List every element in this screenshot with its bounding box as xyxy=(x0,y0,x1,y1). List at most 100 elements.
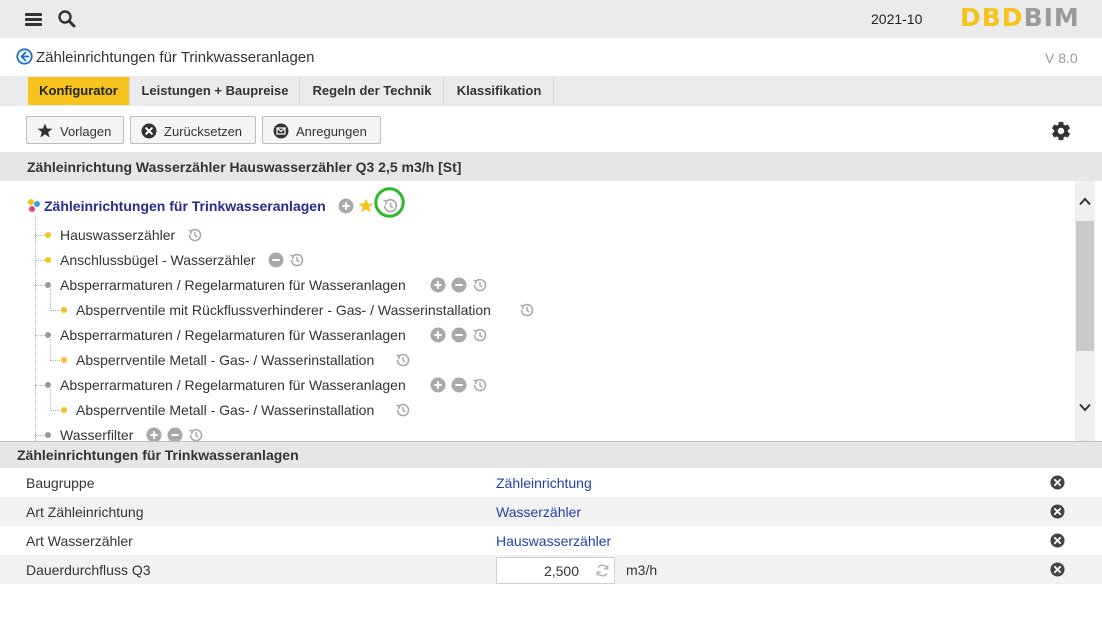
history-icon[interactable] xyxy=(472,327,488,343)
hamburger-menu-icon[interactable] xyxy=(25,13,42,26)
close-circle-icon xyxy=(141,123,157,139)
tree-node: Hauswasserzähler xyxy=(60,227,175,243)
toolbar: Vorlagen Zurücksetzen Anregungen xyxy=(0,106,1102,152)
configuration-tree: Zähleinrichtungen für Trinkwasseranlagen… xyxy=(0,181,1075,441)
tree-node: Anschlussbügel - Wasserzähler xyxy=(60,252,256,268)
tree-dot xyxy=(45,332,51,338)
property-row: Dauerdurchfluss Q3 m3/h xyxy=(0,555,1102,584)
tree-dot xyxy=(45,282,51,288)
tree-dot xyxy=(45,382,51,388)
tree-dot xyxy=(61,407,67,413)
tree-connector xyxy=(35,285,45,286)
clear-icon[interactable] xyxy=(1050,533,1065,548)
zuruecksetzen-button[interactable]: Zurücksetzen xyxy=(130,116,256,144)
clear-icon[interactable] xyxy=(1050,504,1065,519)
tree-connector xyxy=(50,410,60,411)
tree-connector xyxy=(50,339,51,361)
page-title: Zähleinrichtungen für Trinkwasseranlagen xyxy=(36,49,315,66)
add-icon[interactable] xyxy=(338,198,354,214)
add-icon[interactable] xyxy=(430,377,446,393)
tree-dot xyxy=(61,357,67,363)
tree-node-label[interactable]: Absperrarmaturen / Regelarmaturen für Wa… xyxy=(60,277,406,293)
tree-node: Absperrarmaturen / Regelarmaturen für Wa… xyxy=(60,277,406,293)
history-icon[interactable] xyxy=(289,252,305,268)
clear-icon[interactable] xyxy=(1050,475,1065,490)
catalog-date: 2021-10 xyxy=(871,11,923,27)
tree-node-label[interactable]: Absperrventile Metall - Gas- / Wasserins… xyxy=(76,402,374,418)
tree-connector xyxy=(35,435,45,436)
component-group-icon xyxy=(28,199,40,212)
property-label: Art Zähleinrichtung xyxy=(26,504,144,520)
top-bar: 2021-10 DBDBIM xyxy=(0,0,1102,38)
tree-connector xyxy=(50,360,60,361)
property-value-link[interactable]: Zähleinrichtung xyxy=(496,475,592,491)
tree-node-label[interactable]: Wasserfilter xyxy=(60,427,133,441)
remove-icon[interactable] xyxy=(451,327,467,343)
history-icon[interactable] xyxy=(395,352,411,368)
remove-icon[interactable] xyxy=(167,427,183,441)
app-version: V 8.0 xyxy=(1045,50,1078,66)
add-icon[interactable] xyxy=(430,327,446,343)
arrow-left-circle-icon[interactable] xyxy=(16,48,33,65)
tab-konfigurator[interactable]: Konfigurator xyxy=(28,77,130,105)
history-icon[interactable] xyxy=(519,302,535,318)
tree-node-label[interactable]: Hauswasserzähler xyxy=(60,227,175,243)
history-icon[interactable] xyxy=(472,277,488,293)
tree-node-label[interactable]: Anschlussbügel - Wasserzähler xyxy=(60,252,256,268)
property-value-link[interactable]: Wasserzähler xyxy=(496,504,581,520)
tree-node: Absperrarmaturen / Regelarmaturen für Wa… xyxy=(60,327,406,343)
tree-dot xyxy=(45,232,51,238)
star-icon xyxy=(37,123,53,138)
star-favorite-icon[interactable] xyxy=(358,198,374,213)
property-value-link[interactable]: Hauswasserzähler xyxy=(496,533,611,549)
tree-node-label[interactable]: Absperrventile Metall - Gas- / Wasserins… xyxy=(76,352,374,368)
properties-header: Zähleinrichtungen für Trinkwasseranlagen xyxy=(0,442,1102,468)
scrollbar-thumb[interactable] xyxy=(1076,221,1094,351)
clear-icon[interactable] xyxy=(1050,562,1065,577)
tree-scrollbar[interactable] xyxy=(1075,181,1095,441)
dauerdurchfluss-input[interactable] xyxy=(499,560,579,581)
tree-node: Absperrventile Metall - Gas- / Wasserins… xyxy=(76,402,374,418)
add-icon[interactable] xyxy=(146,427,162,441)
tree-connector xyxy=(50,289,51,311)
search-icon[interactable] xyxy=(57,9,77,29)
tree-connector xyxy=(50,389,51,411)
tree-connector xyxy=(35,216,36,441)
property-label: Art Wasserzähler xyxy=(26,533,133,549)
title-row: Zähleinrichtungen für Trinkwasseranlagen… xyxy=(0,38,1102,76)
tree-dot xyxy=(45,432,51,438)
tab-regeln-der-technik[interactable]: Regeln der Technik xyxy=(301,77,444,105)
tree-dot xyxy=(61,307,67,313)
tree-node: Absperrarmaturen / Regelarmaturen für Wa… xyxy=(60,377,406,393)
vorlagen-button[interactable]: Vorlagen xyxy=(26,116,124,144)
tree-node-label[interactable]: Absperrventile mit Rückflussverhinderer … xyxy=(76,302,491,318)
tree-root-label[interactable]: Zähleinrichtungen für Trinkwasseranlagen xyxy=(44,198,326,214)
remove-icon[interactable] xyxy=(268,252,284,268)
tree-connector xyxy=(50,310,60,311)
history-icon[interactable] xyxy=(187,227,203,243)
property-label: Baugruppe xyxy=(26,475,95,491)
tab-leistungen-baupreise[interactable]: Leistungen + Baupreise xyxy=(131,77,300,105)
history-icon[interactable] xyxy=(472,377,488,393)
refresh-icon[interactable] xyxy=(595,563,610,578)
chevron-up-icon[interactable] xyxy=(1079,197,1091,206)
tree-node: Wasserfilter xyxy=(60,427,133,441)
remove-icon[interactable] xyxy=(451,377,467,393)
history-icon[interactable] xyxy=(382,197,399,214)
chevron-down-icon[interactable] xyxy=(1079,403,1091,412)
gear-icon[interactable] xyxy=(1050,120,1072,142)
tree-connector xyxy=(35,235,45,236)
remove-icon[interactable] xyxy=(451,277,467,293)
history-icon[interactable] xyxy=(188,427,204,441)
tree-connector xyxy=(35,335,45,336)
tab-klassifikation[interactable]: Klassifikation xyxy=(445,77,554,105)
property-row: Art Wasserzähler Hauswasserzähler xyxy=(0,526,1102,555)
history-icon[interactable] xyxy=(395,402,411,418)
anregungen-button[interactable]: Anregungen xyxy=(262,116,381,144)
add-icon[interactable] xyxy=(430,277,446,293)
property-row: Baugruppe Zähleinrichtung xyxy=(0,468,1102,497)
tree-node-label[interactable]: Absperrarmaturen / Regelarmaturen für Wa… xyxy=(60,327,406,343)
tree-node-label[interactable]: Absperrarmaturen / Regelarmaturen für Wa… xyxy=(60,377,406,393)
dauerdurchfluss-input-box xyxy=(496,557,615,584)
tree-root: Zähleinrichtungen für Trinkwasseranlagen xyxy=(44,198,326,214)
